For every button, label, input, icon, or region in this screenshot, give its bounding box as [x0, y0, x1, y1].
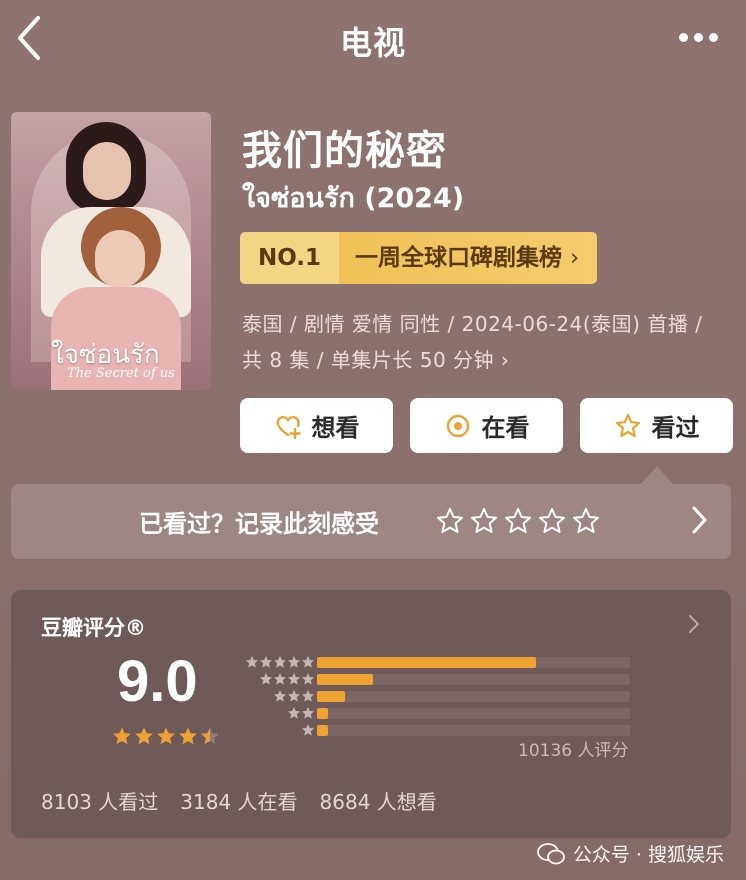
watching-button[interactable]: 在看	[410, 398, 563, 453]
distribution-bar	[317, 725, 328, 736]
want-count[interactable]: 8684 人想看	[320, 786, 437, 815]
rate-prompt-bar[interactable]: 已看过？记录此刻感受	[11, 484, 731, 559]
chevron-right-icon: ›	[500, 348, 510, 372]
nav-bar: 电视	[0, 0, 746, 80]
star-level	[259, 672, 315, 686]
rank-badge[interactable]: NO.1 一周全球口碑剧集榜 ›	[240, 232, 598, 284]
chevron-right-icon: ›	[570, 245, 580, 271]
show-meta[interactable]: 泰国 / 剧情 爱情 同性 / 2024-06-24(泰国) 首播 / 共 8 …	[242, 306, 712, 378]
rating-label: 豆瓣评分®	[41, 616, 146, 640]
watched-button[interactable]: 看过	[580, 398, 733, 453]
small-star-icon	[274, 690, 286, 702]
distribution-track	[317, 691, 630, 702]
small-star-icon	[288, 707, 300, 719]
star-level	[301, 723, 315, 737]
watch-stats: 8103 人看过 3184 人在看 8684 人想看	[41, 786, 437, 815]
small-star-icon	[288, 656, 300, 668]
chevron-right-icon	[689, 615, 700, 633]
star-level	[273, 689, 315, 703]
chevron-right-icon	[692, 506, 707, 534]
star-level	[245, 655, 315, 669]
watermark: 公众号 · 搜狐娱乐	[536, 840, 724, 867]
distribution-track	[317, 725, 630, 736]
star-outline-icon	[471, 508, 497, 533]
douban-rating-card[interactable]: 豆瓣评分® 9.0 10136 人评分 8103 人看过 3184 人在看 86…	[11, 590, 731, 838]
small-star-icon	[302, 690, 314, 702]
small-star-icon	[288, 673, 300, 685]
rating-star-icon	[135, 727, 153, 745]
distribution-row	[237, 705, 637, 722]
want-to-watch-label: 想看	[311, 414, 360, 442]
small-star-icon	[302, 656, 314, 668]
poster-image[interactable]: ใจซ่อนรัก The Secret of us	[11, 112, 211, 390]
rating-star-icon	[179, 727, 197, 745]
small-star-icon	[274, 673, 286, 685]
distribution-bar	[317, 708, 328, 719]
page: 电视 ใจซ่อนรัก The Secret of us 我们的秘密 ใจซ่…	[0, 0, 746, 880]
distribution-bar	[317, 657, 537, 668]
small-star-icon	[302, 707, 314, 719]
small-star-icon	[260, 656, 272, 668]
distribution-track	[317, 708, 630, 719]
popover-arrow	[641, 466, 673, 484]
star-outline-icon	[437, 508, 463, 533]
small-star-icon	[302, 673, 314, 685]
distribution-track	[317, 657, 630, 668]
rank-list-name: 一周全球口碑剧集榜 ›	[339, 232, 598, 284]
more-button[interactable]	[676, 26, 724, 50]
rank-number: NO.1	[240, 232, 340, 284]
star-outline-icon	[573, 508, 599, 533]
star-outline-icon	[614, 412, 642, 440]
heart-plus-icon	[274, 412, 302, 440]
original-title: ใจซ่อนรัก (2024)	[242, 183, 465, 214]
rate-stars[interactable]	[435, 506, 601, 536]
rating-star-icon	[157, 727, 175, 745]
small-star-icon	[260, 673, 272, 685]
more-dots-icon	[679, 33, 688, 42]
action-buttons: 想看 在看 看过	[240, 398, 733, 453]
want-to-watch-button[interactable]: 想看	[240, 398, 393, 453]
rating-star-icon	[113, 727, 131, 745]
rate-prompt-text: 已看过？记录此刻感受	[139, 510, 379, 538]
distribution-row	[237, 654, 637, 671]
rating-score: 9.0	[117, 649, 198, 714]
star-outline-icon	[539, 508, 565, 533]
small-star-icon	[288, 690, 300, 702]
star-outline-icon	[505, 508, 531, 533]
star-level	[287, 706, 315, 720]
show-title: 我们的秘密	[242, 128, 447, 174]
circle-dot-icon	[444, 412, 472, 440]
watching-count[interactable]: 3184 人在看	[180, 786, 297, 815]
distribution-bar	[317, 691, 346, 702]
watched-count[interactable]: 8103 人看过	[41, 786, 158, 815]
nav-title: 电视	[339, 24, 406, 62]
rating-distribution	[237, 654, 637, 739]
rating-count: 10136 人评分	[518, 741, 629, 761]
distribution-bar	[317, 674, 374, 685]
watched-label: 看过	[651, 414, 700, 442]
rating-stars	[112, 726, 220, 746]
small-star-icon	[246, 656, 258, 668]
small-star-icon	[274, 656, 286, 668]
distribution-track	[317, 674, 630, 685]
rating-star-icon	[201, 727, 219, 745]
distribution-row	[237, 688, 637, 705]
small-star-icon	[302, 724, 314, 736]
wechat-icon	[536, 842, 565, 864]
watermark-text: 公众号 · 搜狐娱乐	[572, 844, 724, 866]
poster-subtitle: The Secret of us	[67, 366, 175, 381]
watching-label: 在看	[481, 414, 530, 442]
distribution-row	[237, 671, 637, 688]
